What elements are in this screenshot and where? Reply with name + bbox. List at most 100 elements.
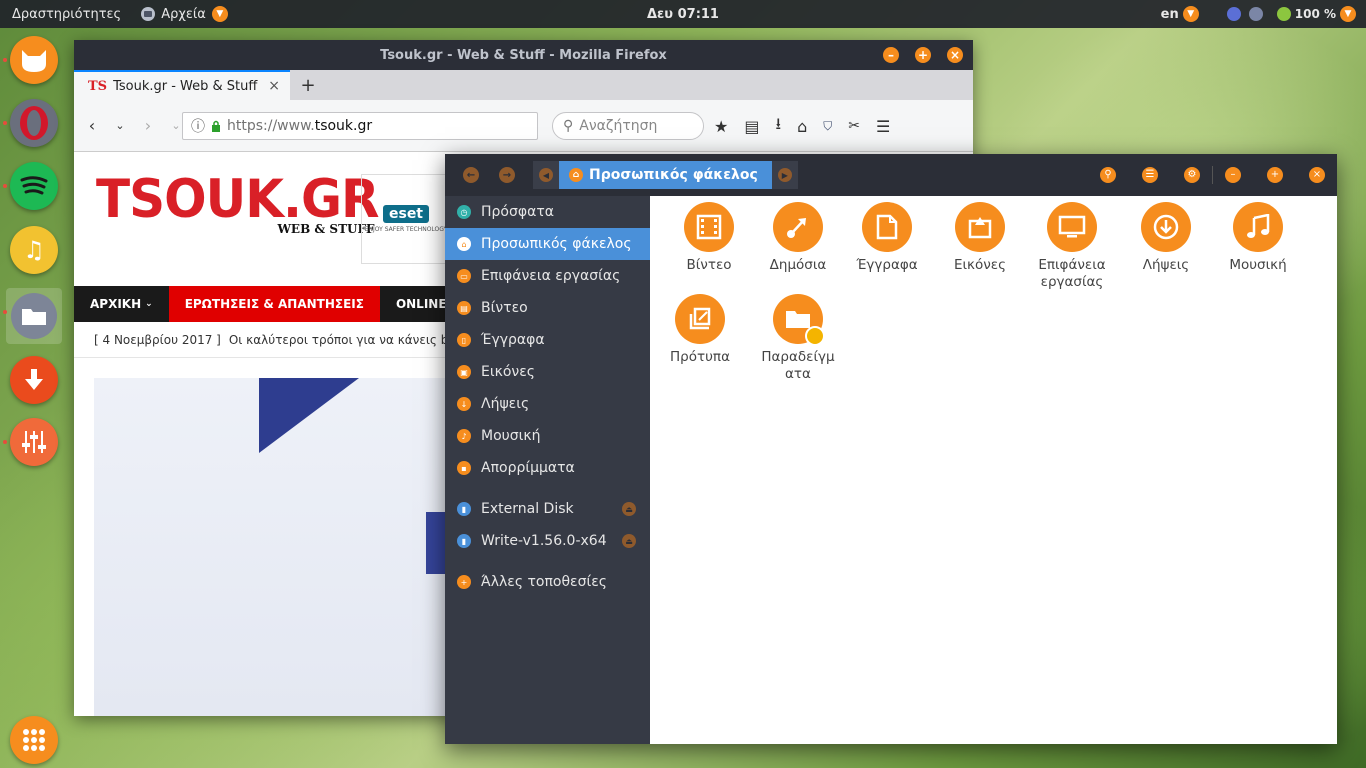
path-bar: ◀ ⌂ Προσωπικός φάκελος ▶ — [533, 161, 798, 189]
folder-desktop[interactable]: Επιφάνεια εργασίας — [1026, 202, 1118, 291]
image-icon: ▣ — [457, 365, 471, 379]
search-input[interactable]: ⚲ Αναζήτηση — [552, 112, 704, 140]
path-scroll-right[interactable]: ▶ — [771, 161, 798, 189]
eject-icon[interactable]: ⏏ — [622, 502, 636, 516]
sidebar-item-other-locations[interactable]: + Άλλες τοποθεσίες — [445, 566, 650, 598]
sidebar-item-music[interactable]: ♪ Μουσική — [445, 420, 650, 452]
maximize-button[interactable]: + — [1267, 167, 1283, 183]
dock-downloader[interactable] — [10, 356, 58, 404]
folder-label: Επιφάνεια εργασίας — [1038, 257, 1106, 290]
folder-music[interactable]: Μουσική — [1212, 202, 1304, 274]
language-label: en — [1160, 6, 1179, 22]
ticker-headline[interactable]: Οι καλύτεροι τρόποι για να κάνεις backu — [229, 333, 477, 347]
sidebar-item-documents[interactable]: ▯ Έγγραφα — [445, 324, 650, 356]
new-tab-button[interactable]: + — [290, 70, 326, 100]
path-scroll-left[interactable]: ◀ — [533, 161, 559, 189]
firefox-titlebar[interactable]: Tsouk.gr - Web & Stuff - Mozilla Firefox… — [74, 40, 973, 70]
site-info-icon[interactable]: ⓘ — [191, 116, 205, 136]
downloads-icon[interactable]: ⭳ — [775, 113, 781, 140]
music-icon — [1233, 202, 1283, 252]
sidebar-item-videos[interactable]: ▤ Βίντεο — [445, 292, 650, 324]
folder-examples[interactable]: Παραδείγματα — [746, 294, 850, 383]
download-icon: ↓ — [457, 397, 471, 411]
window-title: Tsouk.gr - Web & Stuff - Mozilla Firefox — [380, 47, 667, 63]
folder-label: Έγγραφα — [856, 257, 918, 273]
forward-button[interactable]: → — [499, 167, 515, 183]
app-grid-icon — [23, 729, 45, 751]
sidebar-item-home[interactable]: ⌂ Προσωπικός φάκελος — [445, 228, 650, 260]
separator — [1212, 166, 1213, 184]
dock-opera[interactable] — [3, 99, 58, 147]
folder-pictures[interactable]: Εικόνες — [934, 202, 1026, 274]
url-bar[interactable]: ⓘ https://www.tsouk.gr — [182, 112, 538, 140]
extension-icon[interactable]: ✂ — [848, 118, 860, 134]
bookmark-star-icon[interactable]: ★ — [714, 117, 728, 136]
view-options-button[interactable]: ☰ — [1142, 167, 1158, 183]
eset-logo: eset — [382, 205, 429, 223]
clock[interactable]: Δευ 07:11 — [647, 7, 719, 22]
show-applications-button[interactable] — [10, 716, 58, 764]
battery-indicator[interactable]: 100 % ▼ — [1276, 6, 1356, 22]
eset-ad[interactable]: eset ENJOY SAFER TECHNOLOGY — [361, 174, 451, 264]
activities-button[interactable]: Δραστηριότητες — [12, 7, 121, 22]
dock-firefox[interactable] — [3, 36, 58, 84]
dock-files[interactable] — [3, 288, 62, 344]
back-button[interactable]: ← — [463, 167, 479, 183]
folder-downloads[interactable]: Λήψεις — [1120, 202, 1212, 274]
folder-documents[interactable]: Έγγραφα — [841, 202, 933, 274]
folder-label: Πρότυπα — [670, 349, 730, 365]
url-prefix: https://www. — [227, 118, 315, 134]
home-icon: ⌂ — [457, 237, 471, 251]
minimize-button[interactable]: – — [883, 47, 899, 63]
forward-button[interactable]: › — [138, 116, 158, 135]
files-headerbar[interactable]: ← → ◀ ⌂ Προσωπικός φάκελος ▶ ⚲ ☰ ⚙ – + × — [445, 154, 1337, 196]
maximize-button[interactable]: + — [915, 47, 931, 63]
network-icon[interactable] — [1226, 7, 1241, 21]
tab-strip: TS Tsouk.gr - Web & Stuff × + — [74, 70, 973, 100]
sidebar-item-pictures[interactable]: ▣ Εικόνες — [445, 356, 650, 388]
search-button[interactable]: ⚲ — [1100, 167, 1116, 183]
sidebar-item-write-volume[interactable]: ▮ Write-v1.56.0-x64 ⏏ — [445, 525, 650, 557]
eset-tagline: ENJOY SAFER TECHNOLOGY — [364, 226, 448, 233]
sidebar-item-desktop[interactable]: ▭ Επιφάνεια εργασίας — [445, 260, 650, 292]
sidebar-item-downloads[interactable]: ↓ Λήψεις — [445, 388, 650, 420]
home-icon[interactable]: ⌂ — [797, 117, 807, 136]
path-current-button[interactable]: ⌂ Προσωπικός φάκελος — [559, 161, 772, 189]
site-logo[interactable]: TSOUK.GR WEB & STUFF — [96, 173, 380, 236]
back-button[interactable]: ‹ — [82, 116, 102, 135]
folder-videos[interactable]: Βίντεο — [663, 202, 755, 274]
eject-icon[interactable]: ⏏ — [622, 534, 636, 548]
library-icon[interactable]: ▤ — [744, 117, 759, 136]
firefox-icon — [22, 50, 46, 72]
back-history-chevron-icon[interactable]: ⌄ — [110, 119, 130, 132]
menu-item-qa[interactable]: ΕΡΩΤΗΣΕΙΣ & ΑΠΑΝΤΗΣΕΙΣ — [168, 286, 380, 322]
opera-icon — [20, 106, 48, 140]
sidebar-item-recent[interactable]: ◷ Πρόσφατα — [445, 196, 650, 228]
dock-spotify[interactable] — [3, 162, 58, 210]
menu-button[interactable]: ⚙ — [1184, 167, 1200, 183]
folder-label: Λήψεις — [1142, 257, 1190, 273]
menu-item-home[interactable]: ΑΡΧΙΚΗ ⌄ — [74, 286, 169, 322]
battery-label: 100 % — [1294, 7, 1336, 21]
files-window: ← → ◀ ⌂ Προσωπικός φάκελος ▶ ⚲ ☰ ⚙ – + ×… — [445, 154, 1337, 744]
close-button[interactable]: × — [947, 47, 963, 63]
close-button[interactable]: × — [1309, 167, 1325, 183]
folder-public[interactable]: Δημόσια — [752, 202, 844, 274]
dock-rhythmbox[interactable]: ♫ — [10, 226, 58, 274]
hero-image[interactable] — [94, 378, 454, 716]
drive-icon: ▮ — [457, 534, 471, 548]
sidebar-item-trash[interactable]: ▪ Απορρίμματα — [445, 452, 650, 484]
language-indicator[interactable]: en ▼ — [1161, 6, 1199, 22]
browser-tab[interactable]: TS Tsouk.gr - Web & Stuff × — [74, 70, 290, 100]
folder-templates[interactable]: Πρότυπα — [654, 294, 746, 366]
hero-shape — [259, 378, 359, 453]
sidebar-item-external-disk[interactable]: ▮ External Disk ⏏ — [445, 493, 650, 525]
close-icon[interactable]: × — [268, 78, 280, 94]
minimize-button[interactable]: – — [1225, 167, 1241, 183]
volume-icon[interactable] — [1248, 7, 1263, 21]
menu-icon[interactable]: ☰ — [876, 117, 890, 136]
dock-mixer[interactable] — [3, 418, 58, 466]
lock-icon — [212, 120, 220, 132]
app-menu[interactable]: Αρχεία ▼ — [141, 6, 228, 22]
pocket-icon[interactable]: ⛉ — [823, 119, 832, 134]
